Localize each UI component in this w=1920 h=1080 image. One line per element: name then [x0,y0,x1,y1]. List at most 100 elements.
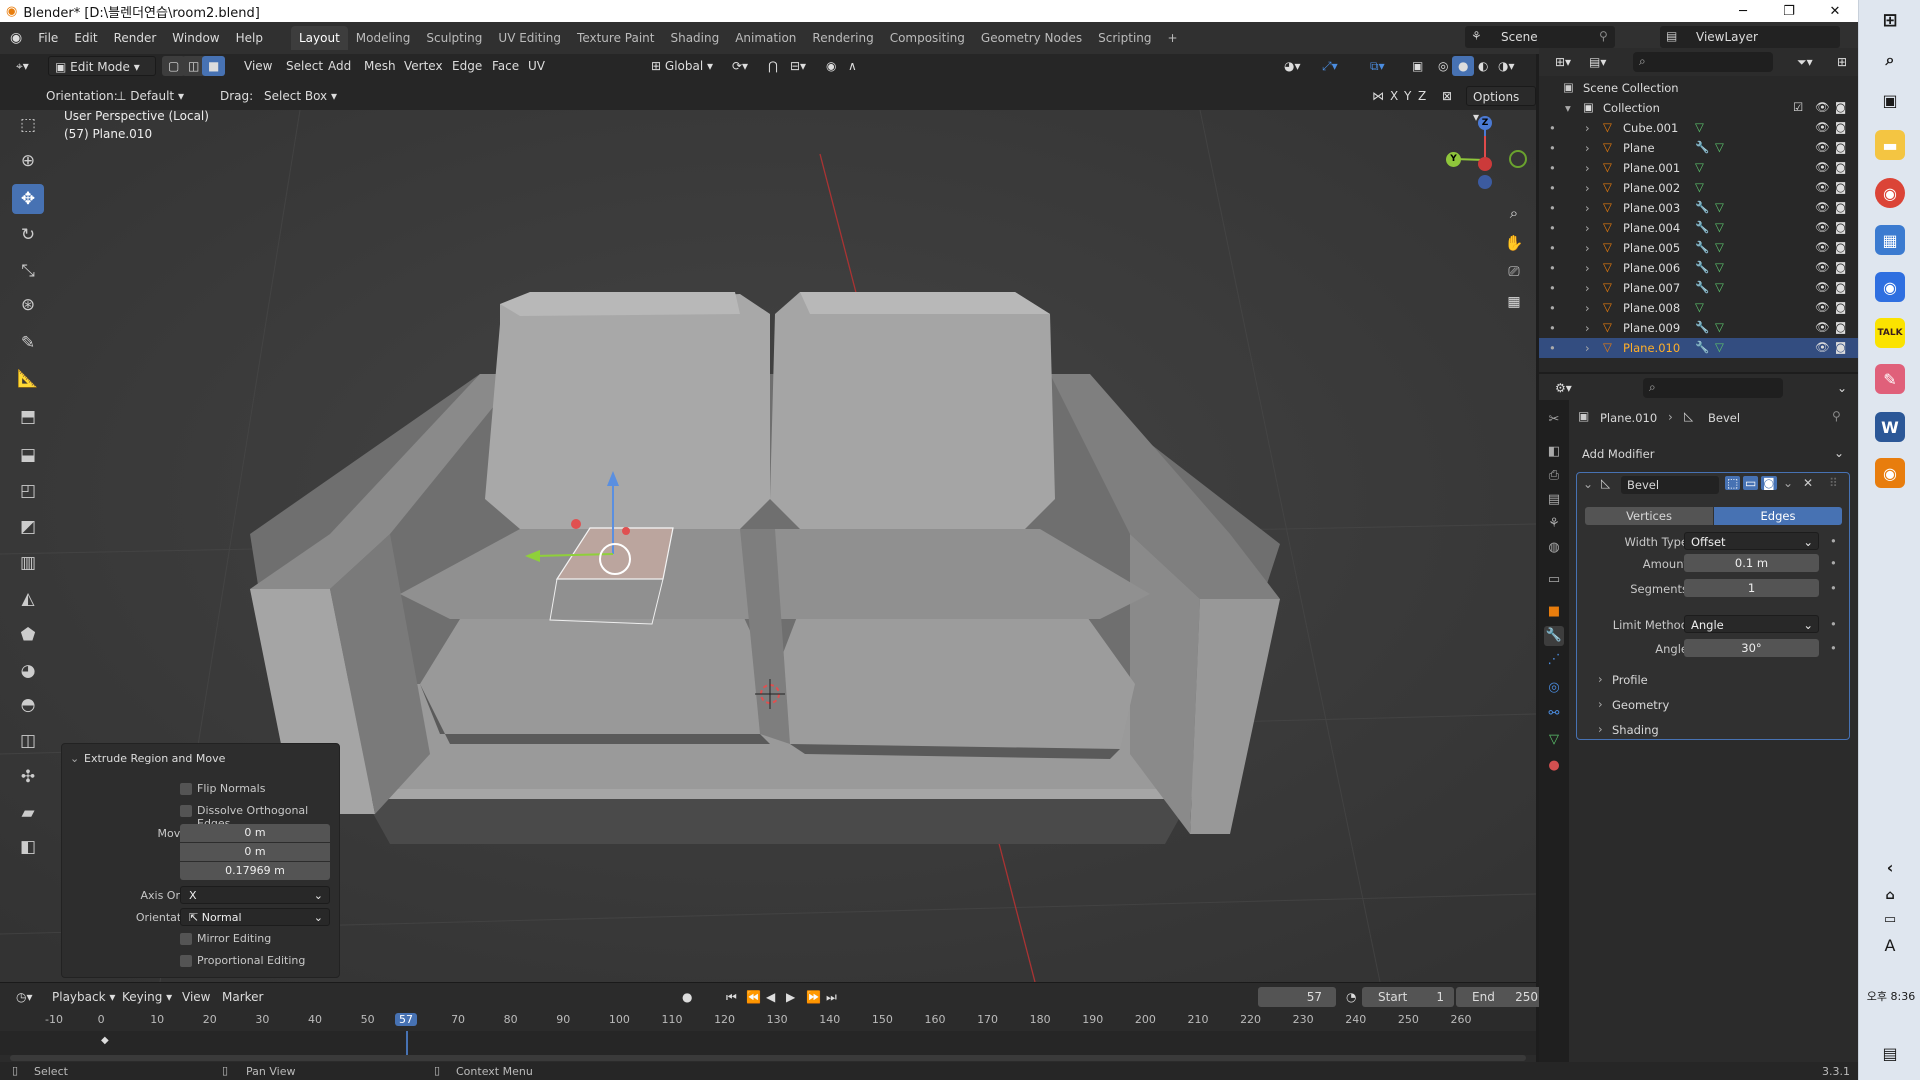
new-collection-icon[interactable]: ⊞ [1831,52,1853,72]
play-reverse-icon[interactable]: ◀ [760,987,781,1007]
camera-render-icon[interactable]: ◙ [1835,220,1846,234]
properties-options-icon[interactable]: ⌄ [1831,378,1853,398]
pin-icon[interactable]: ⚲ [1599,29,1608,43]
shading-subpanel[interactable]: › Shading [1580,720,1850,740]
face-select-icon[interactable]: ■ [202,56,226,76]
rip-region-tool-icon[interactable]: ◧ [12,832,44,862]
inset-tool-icon[interactable]: ◰ [12,476,44,506]
mesh-data-icon[interactable]: ▽ [1715,320,1724,334]
collection-checkbox-icon[interactable]: ☑ [1793,100,1803,114]
mesh-data-icon[interactable]: ▽ [1715,200,1724,214]
camera-render-icon[interactable]: ◙ [1835,240,1846,254]
playback-menu[interactable]: Playback ▾ [46,987,121,1007]
chrome-icon[interactable]: ◉ [1875,178,1905,208]
view-layer-selector[interactable]: ▤ ViewLayer [1660,26,1840,48]
paint-app-icon[interactable]: ✎ [1875,364,1905,394]
tab-geometry-nodes[interactable]: Geometry Nodes [973,26,1090,50]
word-icon[interactable]: W [1875,412,1905,442]
taskbar-clock[interactable]: 오후 8:36 [1863,988,1919,1004]
menu-add[interactable]: Add [322,56,357,76]
add-modifier-dropdown[interactable]: Add Modifier ⌄ [1578,443,1848,465]
keyframe-dot-icon[interactable]: • [1830,641,1837,655]
notification-icon[interactable]: ▤ [1875,1038,1905,1068]
axis-ortho-dropdown[interactable]: X ⌄ [180,886,330,904]
measure-tool-icon[interactable]: 📐 [12,364,44,394]
menu-vertex[interactable]: Vertex [398,56,449,76]
keyframe-dot-icon[interactable]: • [1830,617,1837,631]
mirror-editing-checkbox[interactable] [180,933,192,945]
tab-texture-paint[interactable]: Texture Paint [569,26,662,50]
material-tab-icon[interactable]: ● [1544,756,1564,776]
timeline-view-menu[interactable]: View [176,987,216,1007]
blender-menu-icon[interactable]: ◉ [10,30,22,46]
move-tool-icon[interactable]: ✥ [12,184,44,214]
tab-scripting[interactable]: Scripting [1090,26,1159,50]
modifier-wrench-icon[interactable]: 🔧 [1695,340,1709,354]
jump-end-icon[interactable]: ⏭ [820,987,843,1007]
scale-tool-icon[interactable]: ⤡ [12,256,44,286]
zoom-icon[interactable]: ⌕ [1502,204,1526,228]
add-workspace-icon[interactable]: + [1160,26,1186,50]
tab-vertices[interactable]: Vertices [1585,507,1713,525]
knife-tool-icon[interactable]: ◭ [12,584,44,614]
gizmo-toggle-icon[interactable]: ⤢▾ [1316,56,1344,76]
mesh-data-icon[interactable]: ▽ [1695,120,1704,134]
modifier-wrench-icon[interactable]: 🔧 [1695,220,1709,234]
modifier-wrench-icon[interactable]: 🔧 [1695,280,1709,294]
angle-field[interactable]: 30° [1684,639,1819,657]
transform-orientation-selector[interactable]: ⊞ Global ▾ [645,56,719,76]
mesh-data-icon[interactable]: ▽ [1715,260,1724,274]
tab-modeling[interactable]: Modeling [348,26,419,50]
width-type-dropdown[interactable]: Offset ⌄ [1684,532,1819,550]
eye-icon[interactable]: 👁 [1815,340,1830,354]
properties-search-input[interactable]: ⌕ [1643,378,1783,398]
mesh-data-icon[interactable]: ▽ [1695,160,1704,174]
drag-handle-icon[interactable]: ⠿ [1829,476,1838,490]
kakaotalk-icon[interactable]: TALK [1875,318,1905,348]
edge-slide-tool-icon[interactable]: ◫ [12,726,44,756]
shear-tool-icon[interactable]: ▰ [12,798,44,828]
keyframe-dot-icon[interactable]: • [1830,556,1837,570]
close-button[interactable]: ✕ [1812,0,1858,22]
amount-field[interactable]: 0.1 m [1684,554,1819,572]
orientation-selector[interactable]: ⊥ Default ▾ [110,86,208,106]
tab-animation[interactable]: Animation [727,26,804,50]
mesh-data-icon[interactable]: ▽ [1715,240,1724,254]
filter-icon[interactable]: ⏷▾ [1791,52,1819,72]
proportional-editing-checkbox[interactable] [180,955,192,967]
outliner-editor-type-icon[interactable]: ⊞▾ [1549,52,1577,72]
chevron-down-icon[interactable]: ⌄ [1583,477,1593,491]
operator-panel-header[interactable]: ⌄ Extrude Region and Move [62,750,341,770]
keyframe-track[interactable]: ◆ [0,1031,1536,1055]
current-frame-field[interactable]: 57 [1258,987,1336,1007]
bevel-tool-icon[interactable]: ◩ [12,512,44,542]
tab-sculpting[interactable]: Sculpting [418,26,490,50]
cursor-tool-icon[interactable]: ⊕ [12,146,44,176]
task-view-icon[interactable]: ▣ [1875,85,1905,115]
timeline-editor-type-icon[interactable]: ◷▾ [10,987,39,1007]
eye-icon[interactable]: 👁 [1815,140,1830,154]
display-mode-icon[interactable]: ▤▾ [1583,52,1612,72]
eye-icon[interactable]: 👁 [1815,240,1830,254]
modifier-wrench-icon[interactable]: 🔧 [1695,140,1709,154]
extrude-tool-icon[interactable]: ⬓ [12,440,44,470]
loop-cut-tool-icon[interactable]: ▥ [12,548,44,578]
eye-icon[interactable]: 👁 [1815,100,1830,114]
expand-arrow-icon[interactable]: › [1585,141,1590,155]
physics-tab-icon[interactable]: ◎ [1544,678,1564,698]
flip-normals-checkbox[interactable] [180,783,192,795]
menu-edge[interactable]: Edge [446,56,488,76]
outliner-row[interactable]: • › ▽ Plane 🔧 ▽ 👁 ◙ [1539,138,1858,158]
falloff-icon[interactable]: ∧ [842,56,863,76]
menu-mesh[interactable]: Mesh [358,56,402,76]
timeline-scrollbar[interactable] [10,1055,1526,1061]
rendered-shading-icon[interactable]: ◑▾ [1492,56,1521,76]
outliner-row[interactable]: • › ▽ Plane.010 🔧 ▽ 👁 ◙ [1539,338,1858,358]
eye-icon[interactable]: 👁 [1815,320,1830,334]
outliner-row[interactable]: • › ▽ Plane.008 ▽ 👁 ◙ [1539,298,1858,318]
pin-icon[interactable]: ⚲ [1832,409,1841,423]
camera-render-icon[interactable]: ◙ [1835,120,1846,134]
keying-menu[interactable]: Keying ▾ [116,987,178,1007]
camera-render-icon[interactable]: ◙ [1835,280,1846,294]
tool-tab-icon[interactable]: ✂ [1544,410,1564,430]
